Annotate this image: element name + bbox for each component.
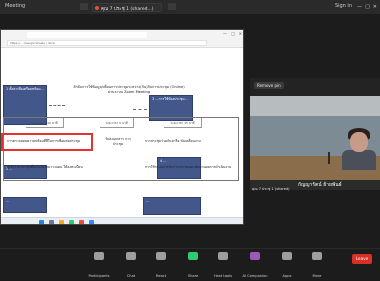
maximize-icon[interactable]: □ bbox=[365, 4, 370, 10]
participants-label: Participants bbox=[88, 274, 110, 278]
microphone-icon bbox=[328, 152, 330, 164]
leave-button[interactable]: Leave bbox=[352, 254, 372, 264]
table-header: ระยะเวลา / 10 นาที bbox=[26, 118, 64, 128]
react-button[interactable]: React bbox=[144, 252, 178, 281]
callout-box: ... bbox=[3, 197, 47, 213]
zoom-window: Meeting คุณ 7 ประชุ่ 1 (shared...) Sign … bbox=[0, 0, 380, 280]
share-icon bbox=[188, 252, 198, 260]
participant-name: กัญญารัตน์ ย้ายพันธ์ bbox=[298, 182, 342, 188]
table-cell: ผู้เข้าร่วมประชุมที่ยังไม่ได้ร่วมวางแผน … bbox=[7, 165, 83, 169]
participants-button[interactable]: Participants bbox=[82, 252, 116, 281]
document-page: ลำดับการใช้ข้อมูล/เพื่อนการประชุมระหว่าง… bbox=[1, 49, 243, 217]
participant-head bbox=[350, 132, 368, 152]
sign-in-link[interactable]: Sign in bbox=[335, 3, 352, 9]
windows-start-icon[interactable] bbox=[39, 220, 44, 224]
browser-tab[interactable] bbox=[27, 32, 147, 38]
app-title: Meeting bbox=[5, 3, 26, 9]
browser-maximize-icon[interactable]: □ bbox=[231, 31, 235, 36]
apps-label: Apps bbox=[282, 274, 292, 278]
search-icon[interactable] bbox=[49, 220, 54, 224]
table-cell: การประชุมร่วมกันหารือ ขับเคลื่อนงาน bbox=[145, 139, 201, 143]
share-indicator[interactable]: คุณ 7 ประชุ่ 1 (shared...) bbox=[92, 3, 162, 12]
connector-line bbox=[49, 105, 65, 106]
participants-icon bbox=[94, 252, 104, 260]
table-header: ระยะเวลา 15 นาที bbox=[164, 118, 202, 128]
participant-body bbox=[342, 150, 376, 170]
folder-icon[interactable] bbox=[59, 220, 64, 224]
chat-label: Chat bbox=[126, 274, 136, 278]
share-button[interactable]: Share bbox=[176, 252, 210, 281]
more-label: More bbox=[312, 274, 322, 278]
document-title: ลำดับการใช้ข้อมูล/เพื่อนการประชุมระหว่าง… bbox=[59, 85, 199, 95]
ai-companion-button[interactable]: AI Companion bbox=[238, 252, 272, 281]
chrome-icon[interactable] bbox=[79, 220, 84, 224]
react-label: React bbox=[155, 274, 167, 278]
apps-button[interactable]: Apps bbox=[270, 252, 304, 281]
close-icon[interactable]: ✕ bbox=[373, 4, 377, 10]
chat-button[interactable]: Chat bbox=[114, 252, 148, 281]
more-icon bbox=[312, 252, 322, 260]
callout-text: 1 ตั้งค่าเพื่อเตรียมพร้อม... bbox=[6, 87, 44, 91]
video-header: Remove pin bbox=[250, 78, 380, 96]
participant-sub-label: คุณ 7 ประชุ่ 1 (shared) bbox=[252, 187, 290, 191]
chat-icon bbox=[126, 252, 136, 260]
share-label: Share bbox=[187, 274, 199, 278]
participant-video bbox=[250, 96, 380, 180]
connector-line bbox=[133, 109, 147, 110]
host-tools-label: Host tools bbox=[213, 274, 232, 278]
table-header: ระยะเวลา 5 นาที bbox=[100, 118, 134, 128]
zoom-icon[interactable] bbox=[89, 220, 94, 224]
apps-icon bbox=[282, 252, 292, 260]
host-tools-button[interactable]: Host tools bbox=[206, 252, 240, 281]
edge-icon[interactable] bbox=[69, 220, 74, 224]
callout-text: ... bbox=[146, 199, 150, 203]
callout-text: ... bbox=[6, 199, 10, 203]
browser-minimize-icon[interactable]: — bbox=[223, 31, 227, 36]
share-label: คุณ 7 ประชุ่ 1 (shared...) bbox=[101, 7, 154, 12]
address-bar[interactable]: https://... (Google Sheets / docs) bbox=[7, 40, 207, 46]
share-dropdown-icon[interactable] bbox=[168, 3, 176, 10]
recording-dot-icon bbox=[95, 6, 99, 10]
highlight-box bbox=[1, 133, 93, 151]
share-status-icon[interactable] bbox=[80, 3, 88, 10]
shared-screen: — □ ✕ https://... (Google Sheets / docs)… bbox=[0, 29, 244, 225]
windows-taskbar bbox=[1, 217, 243, 224]
table-cell: การใช้ระบบการจัดการประชุมและติดตามผลการด… bbox=[145, 165, 232, 169]
minimize-icon[interactable]: — bbox=[357, 4, 362, 10]
browser-chrome: — □ ✕ https://... (Google Sheets / docs) bbox=[1, 30, 243, 48]
window-titlebar: Meeting คุณ 7 ประชุ่ 1 (shared...) Sign … bbox=[0, 0, 380, 14]
callout-text: 3 ...การใช้ห้องประชุม... bbox=[152, 97, 188, 101]
ai-companion-label: AI Companion bbox=[242, 274, 268, 278]
browser-close-icon[interactable]: ✕ bbox=[239, 31, 242, 36]
table-cell: รับส่งเอกสาร การประชุม bbox=[105, 137, 131, 146]
remove-pin-button[interactable]: Remove pin bbox=[254, 82, 284, 89]
more-button[interactable]: More bbox=[300, 252, 334, 281]
callout-box: ... bbox=[143, 197, 201, 215]
react-icon bbox=[156, 252, 166, 260]
ai-companion-icon bbox=[250, 252, 260, 260]
host-tools-icon bbox=[218, 252, 228, 260]
